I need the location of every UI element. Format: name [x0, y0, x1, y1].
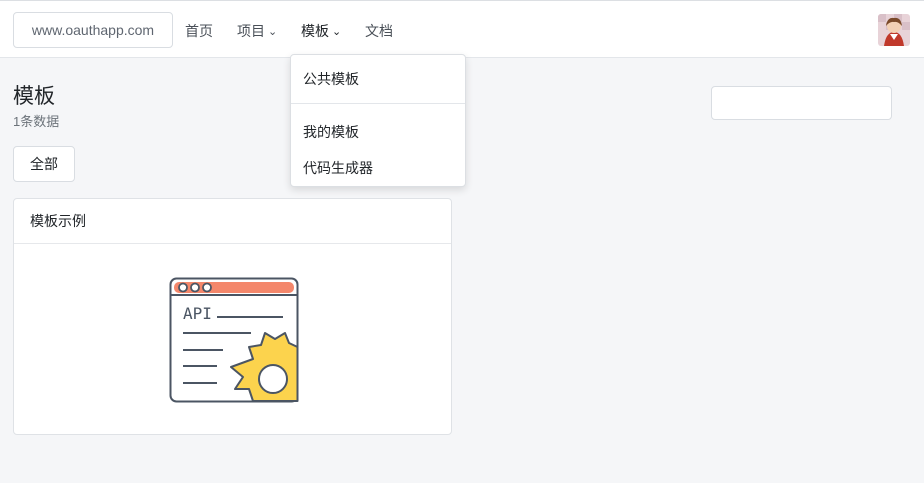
- nav-item-home-label: 首页: [185, 23, 213, 39]
- menu-divider: [291, 103, 465, 104]
- filter-all-button[interactable]: 全部: [13, 146, 75, 182]
- template-card[interactable]: 模板示例 API: [13, 198, 452, 435]
- nav-item-projects[interactable]: 项目 ⌄: [237, 21, 277, 41]
- menu-item-my-templates[interactable]: 我的模板: [303, 122, 359, 142]
- nav-item-templates-label: 模板: [301, 23, 329, 39]
- menu-item-code-generator[interactable]: 代码生成器: [303, 158, 373, 178]
- avatar[interactable]: [878, 14, 910, 46]
- search-input[interactable]: [711, 86, 892, 120]
- chevron-down-icon: ⌄: [268, 26, 278, 38]
- navbar: www.oauthapp.com 首页 项目 ⌄ 模板 ⌄ 文档: [0, 1, 924, 58]
- template-card-title[interactable]: 模板示例: [14, 199, 451, 244]
- brand-box[interactable]: www.oauthapp.com: [13, 12, 173, 48]
- api-gear-icon: API: [169, 277, 299, 403]
- chevron-down-icon: ⌄: [332, 26, 342, 38]
- nav-item-home[interactable]: 首页: [185, 21, 213, 41]
- nav-item-docs-label: 文档: [365, 23, 393, 39]
- nav-item-docs[interactable]: 文档: [365, 21, 393, 41]
- record-count: 1条数据: [13, 114, 60, 129]
- nav-item-projects-label: 项目: [237, 23, 265, 39]
- avatar-image: [878, 14, 910, 46]
- nav-item-templates[interactable]: 模板 ⌄: [301, 21, 341, 41]
- api-label: API: [183, 304, 212, 323]
- page-title: 模板: [13, 85, 55, 108]
- menu-item-public-templates[interactable]: 公共模板: [303, 69, 359, 89]
- templates-dropdown-menu: 公共模板 我的模板 代码生成器: [290, 54, 466, 187]
